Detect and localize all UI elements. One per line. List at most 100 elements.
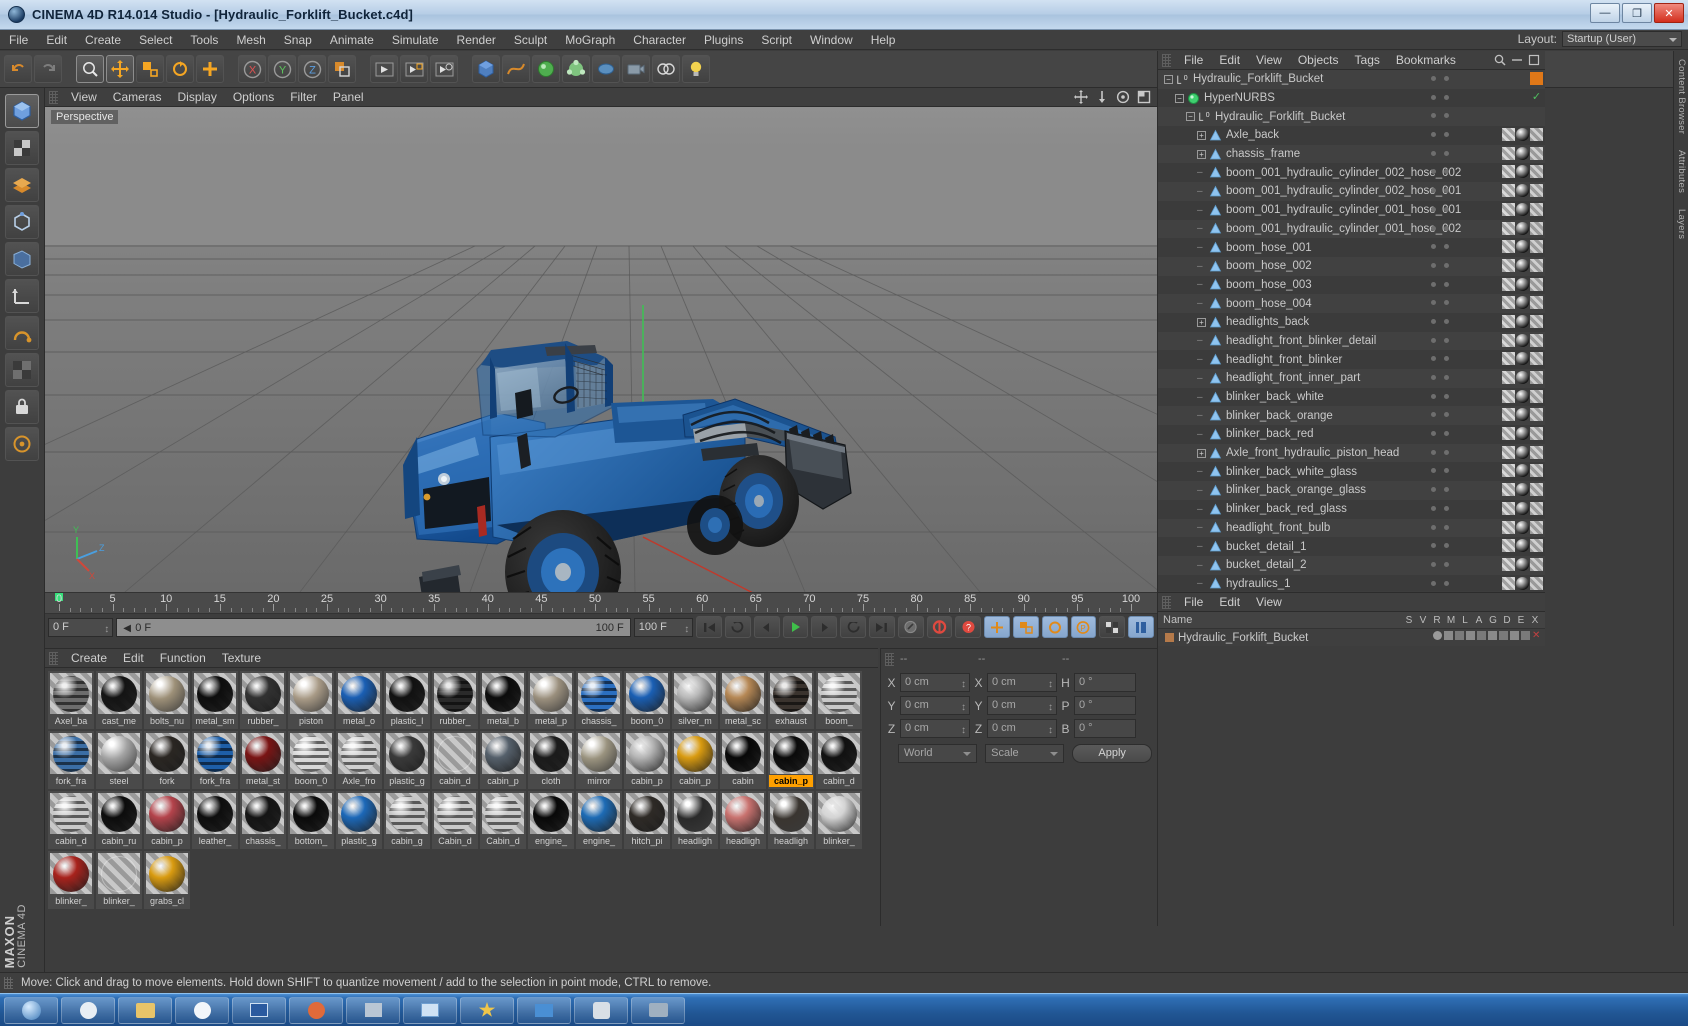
position-z-field[interactable]: 0 cm	[900, 719, 970, 739]
viewport-3d-canvas[interactable]: Perspective Y Z X	[45, 107, 1157, 592]
material-swatch[interactable]: metal_sc	[720, 671, 766, 729]
object-menu-file[interactable]: File	[1176, 51, 1211, 70]
attribute-menu-edit[interactable]: Edit	[1211, 593, 1248, 612]
size-z-field[interactable]: 0 cm	[987, 719, 1057, 739]
object-tree-row[interactable]: – blinker_back_orange	[1158, 406, 1545, 426]
object-visibility-dots[interactable]	[1431, 281, 1449, 287]
attribute-column-L[interactable]: L	[1458, 612, 1472, 629]
material-swatch[interactable]: steel	[96, 731, 142, 789]
object-visibility-dots[interactable]	[1431, 412, 1449, 418]
material-swatch[interactable]: cabin_d	[432, 731, 478, 789]
object-tags[interactable]	[1502, 184, 1543, 198]
object-tree-row[interactable]: – boom_hose_004	[1158, 294, 1545, 313]
taskbar-item-8[interactable]	[460, 996, 514, 1024]
minimize-panel-icon[interactable]	[1511, 54, 1523, 66]
rotation-h-field[interactable]: 0 °	[1074, 673, 1136, 692]
taskbar-item-4[interactable]	[232, 996, 286, 1024]
material-swatch[interactable]: cabin_p	[768, 731, 814, 789]
object-tags[interactable]	[1502, 202, 1543, 216]
material-swatch[interactable]: bottom_	[288, 791, 334, 849]
object-tags[interactable]	[1502, 165, 1543, 179]
add-tool[interactable]	[196, 55, 224, 83]
apply-button[interactable]: Apply	[1072, 744, 1153, 763]
taskbar-item-9[interactable]	[517, 996, 571, 1024]
object-visibility-dots[interactable]	[1431, 468, 1449, 474]
tree-expander-plus-icon[interactable]: +	[1197, 317, 1206, 327]
object-tree-row[interactable]: – boom_hose_003	[1158, 275, 1545, 295]
object-tree-row[interactable]: – boom_001_hydraulic_cylinder_002_hose_00…	[1158, 182, 1545, 201]
object-tree-row[interactable]: – blinker_back_white	[1158, 387, 1545, 407]
add-nurbs-button[interactable]	[532, 55, 560, 83]
object-tags[interactable]	[1502, 427, 1543, 441]
object-visibility-dots[interactable]	[1431, 94, 1449, 100]
panel-grip-icon[interactable]	[4, 977, 13, 989]
right-tab-content-browser[interactable]: Content Browser	[1674, 51, 1688, 142]
restore-panel-icon[interactable]	[1528, 54, 1540, 66]
menu-item-create[interactable]: Create	[76, 30, 130, 50]
object-visibility-dots[interactable]	[1431, 505, 1449, 511]
material-swatch[interactable]: headligh	[672, 791, 718, 849]
object-tags[interactable]	[1502, 352, 1543, 366]
edges-mode-button[interactable]	[5, 205, 39, 239]
material-menu-create[interactable]: Create	[63, 649, 115, 668]
object-tags[interactable]	[1502, 483, 1543, 497]
menu-item-help[interactable]: Help	[862, 30, 905, 50]
object-tags[interactable]	[1502, 277, 1543, 291]
viewport-menu-options[interactable]: Options	[225, 88, 282, 107]
points-mode-button[interactable]	[5, 168, 39, 202]
tree-expander-minus-icon[interactable]: −	[1175, 93, 1184, 103]
menu-item-select[interactable]: Select	[130, 30, 181, 50]
position-x-field[interactable]: 0 cm	[900, 673, 970, 693]
object-tree-row[interactable]: − 0 Hydraulic_Forklift_Bucket	[1158, 70, 1545, 89]
polygons-mode-button[interactable]	[5, 242, 39, 276]
material-swatch[interactable]: rubber_	[432, 671, 478, 729]
material-swatch[interactable]: leather_	[192, 791, 238, 849]
right-tab-layers[interactable]: Layers	[1674, 201, 1688, 247]
material-swatch[interactable]: plastic_g	[336, 791, 382, 849]
world-object-coordinates-button[interactable]	[328, 55, 356, 83]
material-swatch[interactable]: engine_	[576, 791, 622, 849]
object-tree-row[interactable]: – blinker_back_white_glass	[1158, 462, 1545, 482]
rotation-b-field[interactable]: 0 °	[1074, 719, 1136, 738]
material-swatch[interactable]: fork_fra	[48, 731, 94, 789]
attribute-column-V[interactable]: V	[1416, 612, 1430, 629]
object-tags[interactable]	[1502, 296, 1543, 310]
material-swatch[interactable]: hitch_pi	[624, 791, 670, 849]
object-visibility-dots[interactable]	[1431, 262, 1449, 268]
object-tree-row[interactable]: + Axle_back	[1158, 126, 1545, 145]
panel-grip-icon[interactable]	[1162, 53, 1171, 67]
material-swatch[interactable]: chassis_	[240, 791, 286, 849]
lock-workplane-button[interactable]	[5, 390, 39, 424]
attribute-menu-file[interactable]: File	[1176, 593, 1211, 612]
material-swatch[interactable]: cabin	[720, 731, 766, 789]
object-visibility-dots[interactable]	[1431, 356, 1449, 362]
menu-item-script[interactable]: Script	[752, 30, 801, 50]
size-x-field[interactable]: 0 cm	[987, 673, 1057, 693]
panel-grip-icon[interactable]	[49, 651, 58, 665]
key-parameter-button[interactable]: P	[1070, 616, 1097, 638]
material-swatch[interactable]: cabin_p	[480, 731, 526, 789]
attribute-column-A[interactable]: A	[1472, 612, 1486, 629]
material-swatch[interactable]: silver_m	[672, 671, 718, 729]
object-tree-row[interactable]: – bucket_detail_2	[1158, 555, 1545, 575]
material-swatch[interactable]: Axle_fro	[336, 731, 382, 789]
object-tree-row[interactable]: – headlight_front_blinker_detail	[1158, 331, 1545, 351]
object-tree-row[interactable]: + chassis_frame	[1158, 144, 1545, 164]
object-tags[interactable]	[1502, 557, 1543, 571]
lock-x-axis-button[interactable]: X	[238, 55, 266, 83]
material-menu-texture[interactable]: Texture	[214, 649, 269, 668]
taskbar-item-7[interactable]	[403, 996, 457, 1024]
key-scale-button[interactable]	[1013, 616, 1039, 638]
material-swatch[interactable]: blinker_	[96, 851, 142, 909]
object-tree-row[interactable]: – blinker_back_orange_glass	[1158, 481, 1545, 500]
object-tags[interactable]	[1502, 371, 1543, 384]
search-icon[interactable]	[1494, 54, 1506, 66]
right-tab-attributes[interactable]: Attributes	[1674, 142, 1688, 201]
render-settings-button[interactable]	[430, 55, 458, 83]
taskbar-item-11[interactable]	[631, 996, 685, 1024]
object-visibility-dots[interactable]	[1431, 543, 1449, 549]
attribute-column-R[interactable]: R	[1430, 612, 1444, 629]
viewport-menu-panel[interactable]: Panel	[325, 88, 372, 107]
object-visibility-dots[interactable]	[1431, 76, 1449, 81]
object-tags[interactable]	[1502, 520, 1543, 534]
